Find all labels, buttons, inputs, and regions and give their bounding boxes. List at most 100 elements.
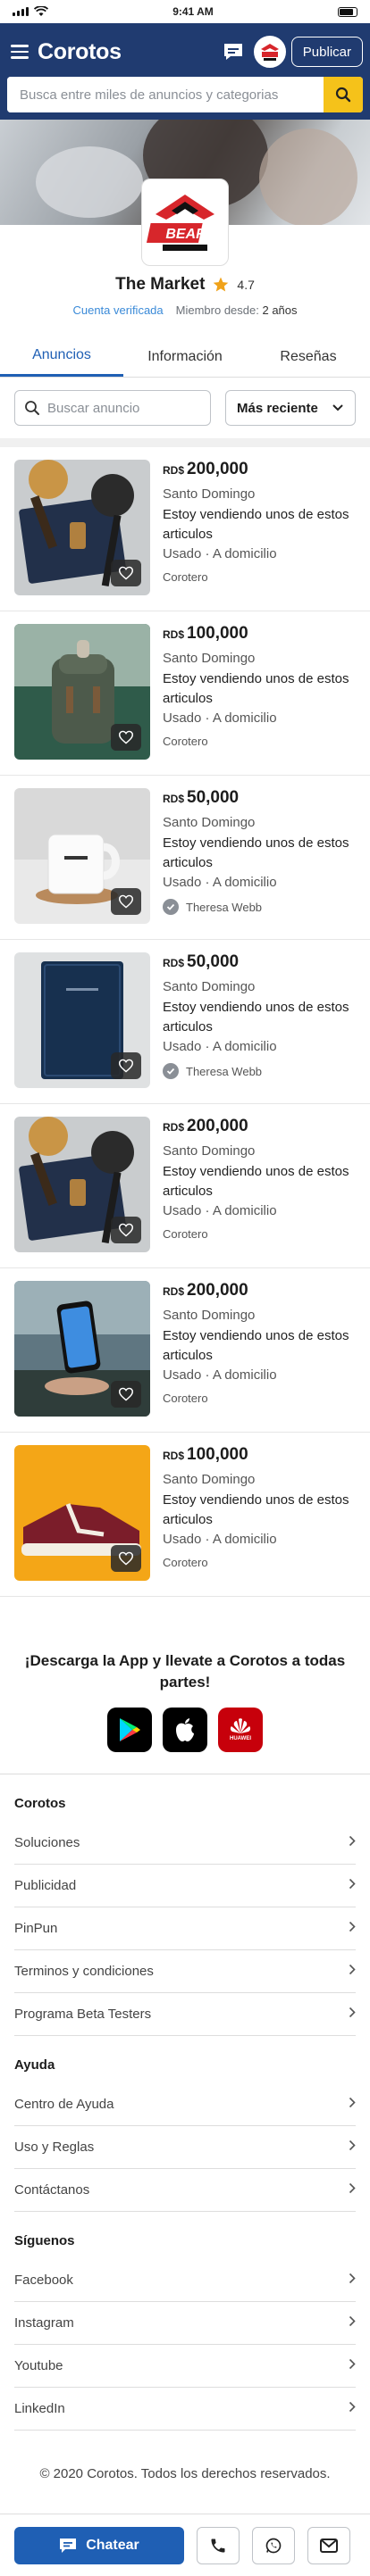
listing-description[interactable]: Estoy vendiendo unos de estos articulos [163, 1326, 356, 1366]
listing-price: RD$ 200,000 [163, 460, 356, 479]
listing-card[interactable]: RD$ 200,000 Santo Domingo Estoy vendiendo u… [0, 1268, 370, 1433]
listing-image[interactable] [14, 952, 150, 1088]
huawei-label: HUAWEI [230, 1736, 251, 1741]
tab-resenas[interactable]: Reseñas [247, 337, 370, 377]
store-logo-text: BEAR [165, 227, 206, 242]
listing-seller: Theresa Webb [163, 899, 356, 915]
signal-icon [13, 7, 29, 16]
listing-list: RD$ 200,000 Santo Domingo Estoy vendiendo u… [0, 447, 370, 1597]
footer-link[interactable]: Uso y Reglas [14, 2126, 356, 2169]
email-button[interactable] [307, 2526, 350, 2564]
status-right [337, 6, 357, 17]
listing-image[interactable] [14, 788, 150, 924]
listing-image[interactable] [14, 624, 150, 760]
footer-section: Síguenos Facebook Instagram Youtube LinkedIn [0, 2212, 370, 2431]
listing-description[interactable]: Estoy vendiendo unos de estos articulos [163, 998, 356, 1037]
listing-seller: Corotero [163, 735, 356, 748]
listing-card[interactable]: RD$ 100,000 Santo Domingo Estoy vendiendo u… [0, 1433, 370, 1597]
listing-image[interactable] [14, 1445, 150, 1581]
favorite-heart-icon[interactable] [111, 724, 141, 751]
apple-icon[interactable] [163, 1708, 207, 1752]
search-button[interactable] [324, 77, 363, 112]
listing-image[interactable] [14, 460, 150, 595]
favorite-heart-icon[interactable] [111, 1052, 141, 1079]
favorite-heart-icon[interactable] [111, 1545, 141, 1572]
status-time: 9:41 AM [172, 5, 214, 18]
seller-name: Corotero [163, 570, 208, 584]
listing-info: RD$ 100,000 Santo Domingo Estoy vendiendo u… [150, 1445, 356, 1583]
listing-card[interactable]: RD$ 200,000 Santo Domingo Estoy vendiendo u… [0, 1104, 370, 1268]
footer-link[interactable]: Publicidad [14, 1865, 356, 1907]
search-icon [335, 87, 351, 103]
footer-section-title: Síguenos [14, 2233, 75, 2248]
call-button[interactable] [197, 2526, 240, 2564]
brand-logo[interactable]: Corotos [38, 39, 122, 65]
listing-condition: Usado · A domicilio [163, 1532, 277, 1547]
chevron-right-icon [349, 2140, 356, 2155]
chat-icon [60, 2538, 77, 2553]
footer-link-label: Contáctanos [14, 2182, 90, 2198]
footer-link[interactable]: Facebook [14, 2259, 356, 2302]
footer-link[interactable]: Soluciones [14, 1822, 356, 1865]
user-avatar[interactable] [253, 36, 286, 68]
tab-informacion[interactable]: Información [123, 337, 247, 377]
favorite-heart-icon[interactable] [111, 560, 141, 586]
footer-link-label: Youtube [14, 2358, 63, 2373]
listing-price: RD$ 100,000 [163, 624, 356, 644]
huawei-icon[interactable]: HUAWEI [218, 1708, 263, 1752]
star-icon [214, 277, 229, 292]
listing-image[interactable] [14, 1117, 150, 1252]
footer-link[interactable]: Contáctanos [14, 2169, 356, 2212]
google-play-icon[interactable] [107, 1708, 152, 1752]
favorite-heart-icon[interactable] [111, 1381, 141, 1408]
chat-button[interactable]: Chatear [14, 2526, 184, 2564]
sort-dropdown[interactable]: Más reciente [225, 390, 356, 426]
tab-anuncios[interactable]: Anuncios [0, 337, 123, 377]
listing-price: RD$ 200,000 [163, 1117, 356, 1136]
listing-card[interactable]: RD$ 200,000 Santo Domingo Estoy vendiendo u… [0, 447, 370, 611]
currency: RD$ [163, 1121, 185, 1134]
footer-link[interactable]: Centro de Ayuda [14, 2083, 356, 2126]
footer-link[interactable]: LinkedIn [14, 2388, 356, 2431]
listing-description[interactable]: Estoy vendiendo unos de estos articulos [163, 669, 356, 709]
store-name: The Market [115, 275, 206, 294]
footer-link[interactable]: PinPun [14, 1907, 356, 1950]
price-amount: 100,000 [187, 1445, 248, 1464]
listing-card[interactable]: RD$ 50,000 Santo Domingo Estoy vendiendo un… [0, 776, 370, 940]
currency: RD$ [163, 464, 185, 477]
favorite-heart-icon[interactable] [111, 888, 141, 915]
listing-description[interactable]: Estoy vendiendo unos de estos articulos [163, 505, 356, 544]
listing-price: RD$ 50,000 [163, 952, 356, 972]
footer-link[interactable]: Terminos y condiciones [14, 1950, 356, 1993]
favorite-heart-icon[interactable] [111, 1217, 141, 1243]
listing-price: RD$ 50,000 [163, 788, 356, 808]
listing-card[interactable]: RD$ 100,000 Santo Domingo Estoy vendiendo u… [0, 611, 370, 776]
whatsapp-button[interactable] [252, 2526, 295, 2564]
footer-link[interactable]: Programa Beta Testers [14, 1993, 356, 2036]
publish-button[interactable]: Publicar [290, 37, 363, 67]
search-input[interactable] [7, 77, 324, 112]
listing-price: RD$ 200,000 [163, 1281, 356, 1300]
price-amount: 200,000 [187, 1281, 248, 1300]
status-bar: 9:41 AM [0, 0, 370, 23]
footer-link-label: Soluciones [14, 1835, 80, 1850]
currency: RD$ [163, 1450, 185, 1462]
menu-icon[interactable] [7, 39, 32, 64]
bear-logo-icon: BEAR [147, 195, 214, 251]
messages-icon[interactable] [220, 38, 247, 65]
footer-link[interactable]: Youtube [14, 2345, 356, 2388]
chevron-right-icon [349, 2273, 356, 2288]
listing-search-input[interactable] [47, 400, 199, 416]
mail-icon [320, 2538, 338, 2553]
listing-image[interactable] [14, 1281, 150, 1417]
whatsapp-icon [265, 2538, 282, 2553]
verified-account: Cuenta verificada [72, 303, 164, 317]
listing-description[interactable]: Estoy vendiendo unos de estos articulos [163, 834, 356, 873]
chevron-right-icon [349, 2358, 356, 2373]
seller-name: Corotero [163, 1227, 208, 1241]
listing-description[interactable]: Estoy vendiendo unos de estos articulos [163, 1162, 356, 1201]
listing-card[interactable]: RD$ 50,000 Santo Domingo Estoy vendiendo un… [0, 940, 370, 1104]
footer-link[interactable]: Instagram [14, 2302, 356, 2345]
copyright: © 2020 Corotos. Todos los derechos reser… [39, 2466, 331, 2481]
listing-description[interactable]: Estoy vendiendo unos de estos articulos [163, 1491, 356, 1530]
